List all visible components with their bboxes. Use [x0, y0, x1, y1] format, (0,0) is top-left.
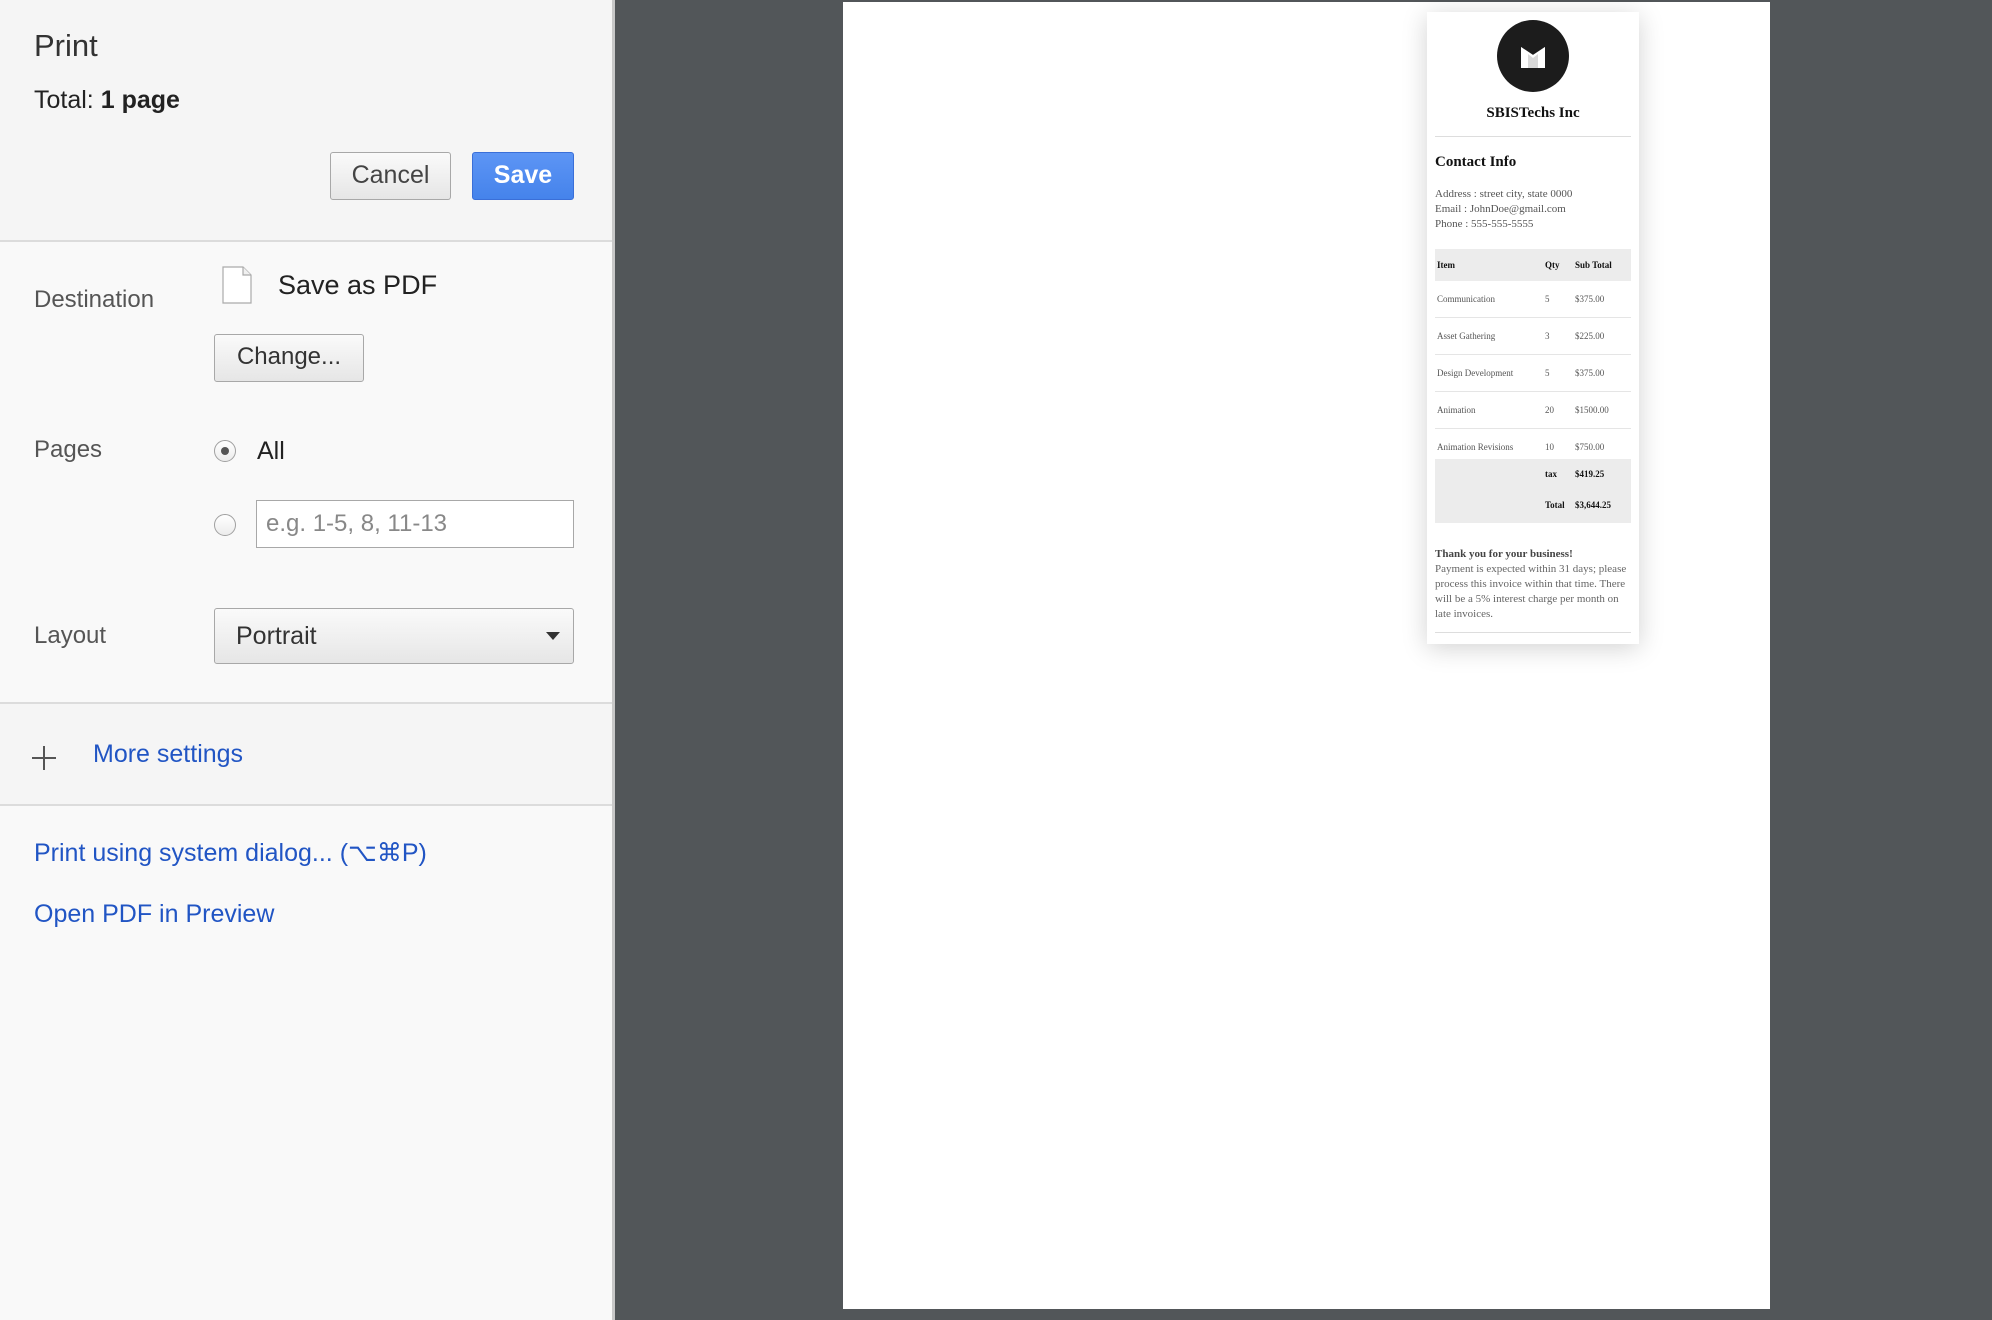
destination-label: Destination	[34, 286, 155, 313]
table-row: Design Development 5 $375.00	[1435, 355, 1631, 392]
radio-selected-dot	[221, 447, 229, 455]
page-total: Total: 1 page	[34, 86, 180, 115]
contact-address: Address : street city, state 0000	[1435, 188, 1573, 200]
contact-email: Email : JohnDoe@gmail.com	[1435, 203, 1566, 215]
save-button[interactable]: Save	[472, 152, 574, 200]
layout-value: Portrait	[236, 622, 317, 650]
logo-mark-icon	[1520, 45, 1546, 68]
change-destination-button[interactable]: Change...	[214, 334, 364, 382]
invoice-receipt: SBISTechs Inc Contact Info Address : str…	[1427, 12, 1639, 644]
plus-icon	[32, 746, 56, 770]
qty-cell: 5	[1545, 368, 1550, 378]
total-label: Total:	[34, 86, 94, 114]
thanks-heading: Thank you for your business!	[1435, 548, 1573, 560]
table-row: Asset Gathering 3 $225.00	[1435, 318, 1631, 355]
column-header: Sub Total	[1575, 260, 1612, 270]
subtotal-cell: $225.00	[1575, 331, 1605, 341]
divider	[1435, 632, 1631, 633]
invoice-table: Item Qty Sub Total Communication 5 $375.…	[1435, 249, 1631, 466]
qty-cell: 3	[1545, 331, 1550, 341]
pages-all-label: All	[257, 437, 285, 465]
table-row: Communication 5 $375.00	[1435, 281, 1631, 318]
item-cell: Animation	[1437, 405, 1476, 415]
chevron-down-icon	[546, 632, 560, 640]
open-pdf-preview-link[interactable]: Open PDF in Preview	[34, 900, 274, 929]
destination-value: Save as PDF	[278, 270, 438, 300]
subtotal-cell: $1500.00	[1575, 405, 1609, 415]
payment-terms: Payment is expected within 31 days; plea…	[1435, 563, 1627, 620]
qty-cell: 20	[1545, 405, 1554, 415]
table-row: Animation 20 $1500.00	[1435, 392, 1631, 429]
grand-total-value: $3,644.25	[1575, 500, 1611, 510]
column-header: Item	[1437, 260, 1455, 270]
company-logo	[1497, 20, 1569, 92]
pdf-file-icon	[222, 266, 252, 304]
layout-label: Layout	[34, 622, 107, 649]
pages-all-radio[interactable]	[214, 440, 236, 462]
company-name: SBISTechs Inc	[1486, 105, 1580, 121]
item-cell: Asset Gathering	[1437, 331, 1496, 341]
print-preview-area: SBISTechs Inc Contact Info Address : str…	[615, 0, 1992, 1320]
pages-label: Pages	[34, 436, 103, 463]
table-header: Item Qty Sub Total	[1435, 249, 1631, 281]
pages-custom-radio[interactable]	[214, 514, 236, 536]
layout-select[interactable]: Portrait	[214, 608, 574, 664]
cancel-button[interactable]: Cancel	[330, 152, 451, 200]
more-settings-row[interactable]: More settings	[0, 702, 612, 806]
subtotal-cell: $375.00	[1575, 294, 1605, 304]
system-dialog-link[interactable]: Print using system dialog... (⌥⌘P)	[34, 838, 427, 868]
contact-phone: Phone : 555-555-5555	[1435, 218, 1534, 230]
tax-value: $419.25	[1575, 469, 1605, 479]
contact-heading: Contact Info	[1435, 154, 1517, 170]
qty-cell: 5	[1545, 294, 1550, 304]
page-title: Print	[34, 28, 98, 63]
grand-total-label: Total	[1545, 500, 1565, 510]
total-value: 1 page	[100, 86, 180, 114]
subtotal-cell: $375.00	[1575, 368, 1605, 378]
pages-range-input[interactable]	[256, 500, 574, 548]
item-cell: Design Development	[1437, 368, 1514, 378]
tax-label: tax	[1545, 469, 1557, 479]
print-settings-sidebar: Print Total: 1 page Cancel Save Destinat…	[0, 0, 615, 1320]
preview-page: SBISTechs Inc Contact Info Address : str…	[843, 2, 1770, 1309]
column-header: Qty	[1545, 260, 1560, 270]
more-settings-link[interactable]: More settings	[93, 740, 243, 769]
print-header: Print Total: 1 page Cancel Save	[0, 0, 612, 242]
item-cell: Communication	[1437, 294, 1495, 304]
divider	[1435, 136, 1631, 137]
table-totals: tax $419.25 Total $3,644.25	[1435, 459, 1631, 523]
